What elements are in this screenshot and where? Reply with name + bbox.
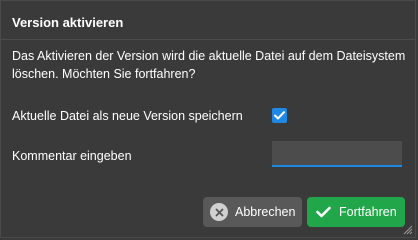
dialog-message: Das Aktivieren der Version wird die aktu… [12,49,406,81]
cancel-button[interactable]: Abbrechen [203,197,302,227]
cancel-button-label: Abbrechen [235,205,296,219]
version-activate-dialog: Version aktivieren Das Aktivieren der Ve… [0,0,416,238]
resize-grip-icon[interactable] [403,225,413,235]
save-as-version-checkbox[interactable] [272,108,287,123]
comment-input[interactable] [272,141,402,167]
close-icon [210,203,228,221]
comment-label: Kommentar eingeben [12,149,132,163]
checkmark-icon [316,206,331,218]
continue-button[interactable]: Fortfahren [307,197,405,227]
checkmark-icon [274,111,285,120]
dialog-title: Version aktivieren [12,15,124,30]
title-divider [1,39,415,40]
continue-button-label: Fortfahren [339,205,397,219]
save-as-version-label: Aktuelle Datei als neue Version speicher… [12,109,243,123]
